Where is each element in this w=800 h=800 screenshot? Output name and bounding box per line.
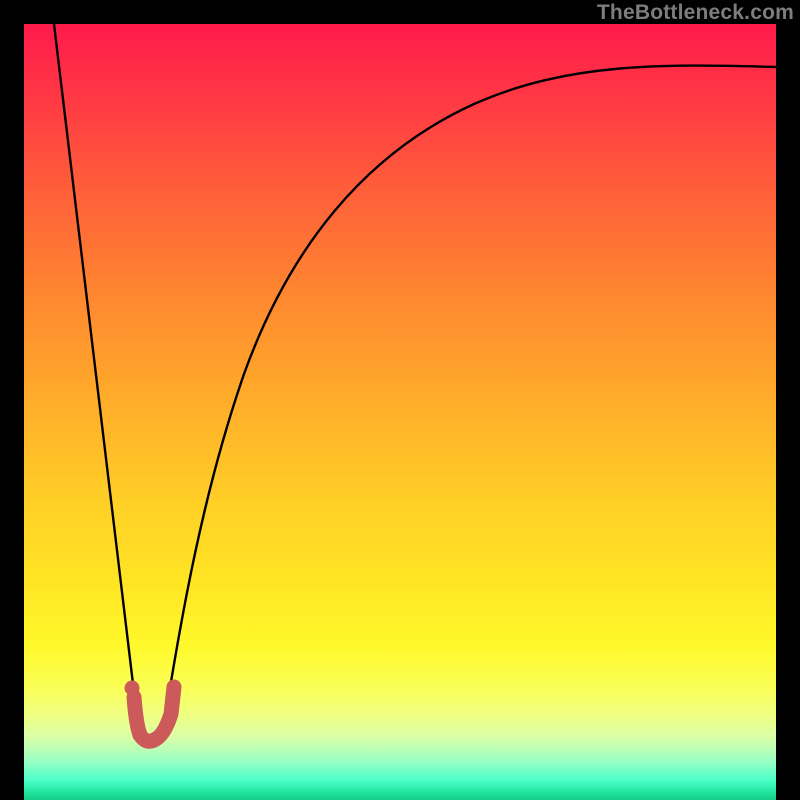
bottom-hook-dot xyxy=(125,681,140,696)
left-falling-line xyxy=(54,24,139,734)
chart-plot-area xyxy=(24,24,776,800)
curve-overlay xyxy=(24,24,776,800)
bottom-hook-marker xyxy=(134,687,174,741)
attribution-label: TheBottleneck.com xyxy=(597,1,794,25)
rising-curve xyxy=(163,66,776,730)
